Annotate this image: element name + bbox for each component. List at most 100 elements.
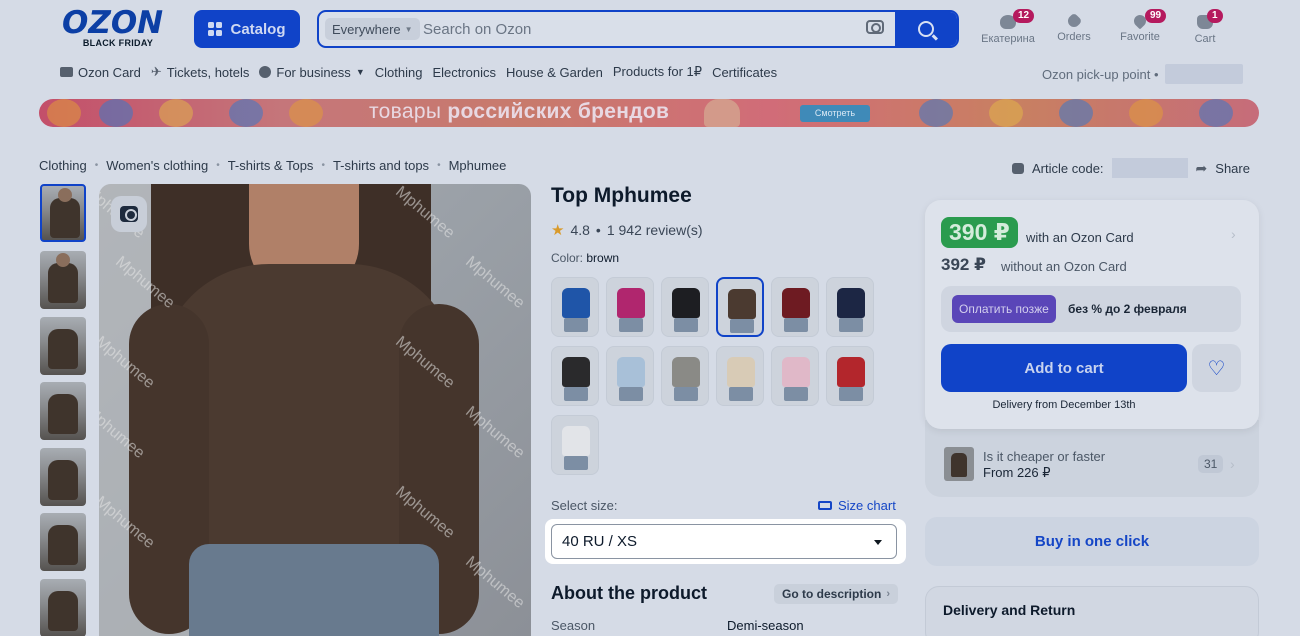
size-select[interactable]: 40 RU / XS <box>551 524 897 559</box>
search-button[interactable] <box>895 12 957 46</box>
color-swatch[interactable] <box>661 346 709 406</box>
spec-key-season: Season <box>551 618 596 633</box>
swatch-image <box>562 426 590 456</box>
color-swatch[interactable] <box>606 277 654 337</box>
thumbnail-image <box>48 394 78 434</box>
color-swatch[interactable] <box>661 277 709 337</box>
color-swatch[interactable] <box>606 346 654 406</box>
nav-item-house-garden[interactable]: House & Garden <box>506 65 603 80</box>
swatch-image <box>784 387 808 401</box>
header-favorite[interactable]: 99 Favorite <box>1108 9 1172 43</box>
nav-item-certificates[interactable]: Certificates <box>712 65 777 80</box>
chevron-right-icon: › <box>1230 456 1235 472</box>
swatch-image <box>782 357 810 387</box>
breadcrumb-item[interactable]: T-shirts and tops <box>333 158 429 173</box>
share-icon[interactable]: ➦ <box>1196 160 1208 177</box>
add-to-cart-button[interactable]: Add to cart <box>941 344 1187 392</box>
nav-item-business[interactable]: For business ▼ <box>259 65 365 80</box>
ozon-logo[interactable]: OZON BLACK FRIDAY <box>62 5 180 49</box>
go-to-description-label: Go to description <box>782 587 882 601</box>
color-swatch[interactable] <box>826 346 874 406</box>
cheaper-offer-thumbnail <box>944 447 974 481</box>
breadcrumb-item[interactable]: T-shirts & Tops <box>228 158 314 173</box>
color-swatch[interactable] <box>826 277 874 337</box>
banner-button[interactable]: Смотреть <box>800 105 870 122</box>
delivery-date: Delivery from December 13th <box>992 399 1136 411</box>
color-swatch[interactable] <box>551 346 599 406</box>
swatch-image <box>674 318 698 332</box>
cheaper-offer-price: From 226 ₽ <box>983 465 1051 480</box>
color-swatch[interactable] <box>551 415 599 475</box>
swatch-image <box>562 288 590 318</box>
promo-banner[interactable]: товары российских брендов Смотреть <box>39 99 1259 127</box>
nav-item-products-1[interactable]: Products for 1₽ <box>613 64 702 80</box>
nav-item-clothing[interactable]: Clothing <box>375 65 423 80</box>
header-orders[interactable]: Orders <box>1042 12 1106 43</box>
buy-one-click-button[interactable]: Buy in one click <box>925 517 1259 566</box>
header-profile[interactable]: 12 Екатерина <box>976 9 1040 45</box>
search-scope-dropdown[interactable]: Everywhere ▼ <box>325 18 420 40</box>
swatch-image <box>562 357 590 387</box>
share-button[interactable]: Share <box>1215 161 1250 176</box>
product-rating[interactable]: ★ 4.8 • 1 942 review(s) <box>551 221 703 239</box>
favorite-badge: 99 <box>1145 9 1167 23</box>
color-label: Color: brown <box>551 251 619 265</box>
gallery-thumbnail[interactable] <box>40 382 86 440</box>
nav-item-tickets[interactable]: ✈ Tickets, hotels <box>151 64 250 80</box>
globe-icon <box>259 66 272 78</box>
swatch-image <box>564 387 588 401</box>
catalog-button[interactable]: Catalog <box>194 10 300 48</box>
size-select-value: 40 RU / XS <box>562 533 638 550</box>
gallery-thumbnail[interactable] <box>40 251 86 309</box>
delivery-return-card[interactable]: Delivery and Return <box>925 586 1259 636</box>
breadcrumb-item[interactable]: Mphumee <box>449 158 507 173</box>
breadcrumb-item[interactable]: Women's clothing <box>106 158 208 173</box>
pay-later-button[interactable]: Оплатить позже <box>952 295 1056 323</box>
nav-label: Electronics <box>432 64 497 80</box>
go-to-description-button[interactable]: Go to description › <box>774 584 899 604</box>
color-swatch[interactable] <box>551 277 599 337</box>
gallery-thumbnail[interactable] <box>40 513 86 571</box>
swatch-image <box>672 288 700 318</box>
thumbnail-image <box>48 263 78 303</box>
favorite-button[interactable]: ♡ <box>1192 344 1241 392</box>
camera-icon[interactable] <box>866 20 884 34</box>
chevron-right-icon[interactable]: › <box>1231 226 1236 242</box>
main-product-image[interactable]: Mphumee Mphumee Mphumee Mphumee Mphumee … <box>99 184 531 636</box>
size-chart-label: Size chart <box>838 498 896 513</box>
pickup-point[interactable]: Ozon pick-up point • <box>1042 64 1243 84</box>
gallery-thumbnail[interactable] <box>40 448 86 506</box>
image-search-button[interactable] <box>111 196 147 232</box>
swatch-image <box>839 387 863 401</box>
swatch-image <box>619 387 643 401</box>
gallery-thumbnail[interactable] <box>40 317 86 375</box>
color-swatch[interactable] <box>771 277 819 337</box>
nav-item-electronics[interactable]: Electronics <box>432 65 496 80</box>
cheaper-offer-count: 31 <box>1198 455 1224 473</box>
pay-later-text: без % до 2 февраля <box>1068 302 1187 316</box>
nav-item-ozon-card[interactable]: Ozon Card <box>60 65 141 80</box>
swatch-image <box>730 319 754 333</box>
profile-badge: 12 <box>1013 9 1035 23</box>
pay-later-box[interactable]: Оплатить позже без % до 2 февраля <box>941 286 1241 332</box>
banner-text-regular: товары <box>369 100 448 123</box>
rating-value: 4.8 <box>570 222 590 238</box>
gallery-thumbnail[interactable] <box>40 579 86 636</box>
size-chart-link[interactable]: Size chart <box>818 498 896 513</box>
matryoshka-illustration <box>704 99 740 127</box>
breadcrumb-item[interactable]: Clothing <box>39 158 87 173</box>
header-cart[interactable]: 1 Cart <box>1173 9 1237 45</box>
chevron-down-icon: ▼ <box>355 67 365 77</box>
delivery-return-title: Delivery and Return <box>943 602 1076 618</box>
color-swatch[interactable] <box>716 346 764 406</box>
price-with-card: 390 ₽ <box>941 217 1018 248</box>
thumbnail-image <box>48 460 78 500</box>
logo-text: OZON <box>62 5 164 41</box>
cheaper-offer-title: Is it cheaper or faster <box>983 449 1106 464</box>
color-swatch[interactable] <box>716 277 764 337</box>
price-card: 390 ₽ with an Ozon Card › 392 ₽ without … <box>925 200 1259 429</box>
gallery-thumbnail[interactable] <box>40 184 86 242</box>
color-swatch[interactable] <box>771 346 819 406</box>
swatch-image <box>729 387 753 401</box>
search-input[interactable] <box>423 12 853 46</box>
